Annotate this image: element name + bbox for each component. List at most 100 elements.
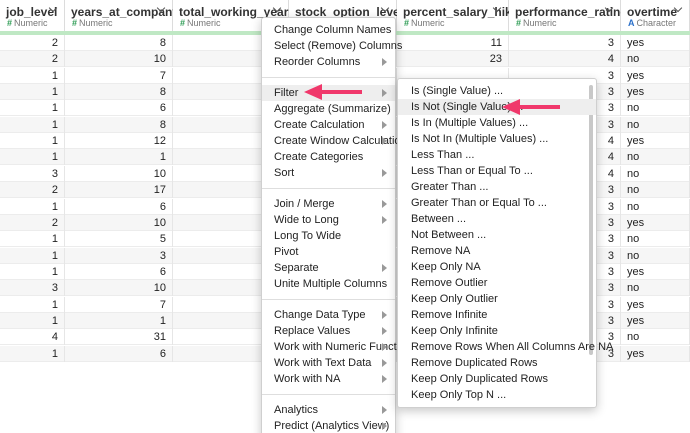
menu-item-change-column-names[interactable]: Change Column Names [262, 22, 395, 38]
menu-item-create-window-calculation[interactable]: Create Window Calculation [262, 133, 407, 149]
filter-option-is-single-value[interactable]: Is (Single Value) ... [398, 83, 596, 99]
menu-item-change-data-type[interactable]: Change Data Type [262, 307, 395, 323]
table-cell[interactable]: yes [621, 312, 690, 329]
table-cell[interactable]: 2 [0, 35, 65, 51]
chevron-down-icon[interactable] [49, 5, 59, 15]
menu-item-wide-to-long[interactable]: Wide to Long [262, 212, 395, 228]
filter-option-is-not-single-value[interactable]: Is Not (Single Value) ... [398, 99, 596, 115]
table-cell[interactable]: yes [621, 296, 690, 313]
table-cell[interactable]: 1 [0, 84, 65, 101]
table-cell[interactable]: no [621, 149, 690, 166]
table-cell[interactable]: 8 [65, 84, 173, 101]
table-cell[interactable]: no [621, 116, 690, 133]
table-cell[interactable]: 1 [0, 312, 65, 329]
table-cell[interactable]: no [621, 280, 690, 297]
table-cell[interactable]: 1 [0, 198, 65, 215]
filter-option-between[interactable]: Between ... [398, 211, 596, 227]
table-cell[interactable]: 3 [65, 247, 173, 264]
filter-option-not-between[interactable]: Not Between ... [398, 227, 596, 243]
table-cell[interactable]: 1 [0, 100, 65, 117]
chevron-down-icon[interactable] [493, 5, 503, 15]
menu-item-predict-analytics-view[interactable]: Predict (Analytics View) [262, 418, 395, 433]
column-header-percent-salary-hike[interactable]: percent_salary_hike # Numeric [397, 0, 518, 31]
chevron-down-icon[interactable] [273, 5, 283, 15]
filter-option-less-than-or-equal-to[interactable]: Less Than or Equal To ... [398, 163, 596, 179]
chevron-down-icon[interactable] [381, 5, 391, 15]
table-cell[interactable]: 31 [65, 329, 173, 346]
filter-option-keep-only-duplicated-rows[interactable]: Keep Only Duplicated Rows [398, 371, 596, 387]
filter-option-keep-only-top-n[interactable]: Keep Only Top N ... [398, 387, 596, 403]
table-cell[interactable]: no [621, 231, 690, 248]
table-cell[interactable]: yes [621, 35, 690, 51]
table-cell[interactable]: yes [621, 263, 690, 280]
table-cell[interactable]: 1 [0, 149, 65, 166]
table-cell[interactable]: 2 [0, 51, 65, 68]
table-cell[interactable]: no [621, 165, 690, 182]
table-cell[interactable]: yes [621, 345, 690, 362]
filter-option-keep-only-na[interactable]: Keep Only NA [398, 259, 596, 275]
menu-item-long-to-wide[interactable]: Long To Wide [262, 228, 395, 244]
chevron-down-icon[interactable] [605, 5, 615, 15]
filter-option-greater-than-or-equal-to[interactable]: Greater Than or Equal To ... [398, 195, 596, 211]
filter-option-less-than[interactable]: Less Than ... [398, 147, 596, 163]
column-header-job-level[interactable]: job_level # Numeric [0, 0, 65, 31]
table-cell[interactable]: 1 [0, 263, 65, 280]
table-cell[interactable]: 1 [0, 116, 65, 133]
table-cell[interactable]: 6 [65, 263, 173, 280]
filter-option-remove-duplicated-rows[interactable]: Remove Duplicated Rows [398, 355, 596, 371]
table-cell[interactable]: yes [621, 133, 690, 150]
table-cell[interactable]: no [621, 198, 690, 215]
menu-item-separate[interactable]: Separate [262, 260, 395, 276]
filter-option-remove-infinite[interactable]: Remove Infinite [398, 307, 596, 323]
column-header-years-at-company[interactable]: years_at_company # Numeric [65, 0, 179, 31]
table-cell[interactable]: no [621, 182, 690, 199]
table-cell[interactable]: 8 [65, 35, 173, 51]
table-cell[interactable]: 1 [65, 149, 173, 166]
filter-option-greater-than[interactable]: Greater Than ... [398, 179, 596, 195]
menu-item-analytics[interactable]: Analytics [262, 402, 395, 418]
menu-item-reorder-columns[interactable]: Reorder Columns [262, 54, 395, 70]
table-cell[interactable]: 1 [0, 345, 65, 362]
table-cell[interactable]: no [621, 329, 690, 346]
table-cell[interactable]: 2 [0, 214, 65, 231]
table-cell[interactable]: 6 [65, 100, 173, 117]
filter-option-remove-rows-when-all-columns-are-na[interactable]: Remove Rows When All Columns Are NA [398, 339, 613, 355]
table-cell[interactable]: 1 [0, 231, 65, 248]
table-cell[interactable]: 10 [65, 165, 173, 182]
table-cell[interactable]: 3 [509, 35, 621, 51]
table-cell[interactable]: 6 [65, 345, 173, 362]
table-cell[interactable]: yes [621, 84, 690, 101]
table-cell[interactable]: 10 [65, 214, 173, 231]
menu-item-join-merge[interactable]: Join / Merge [262, 196, 395, 212]
table-cell[interactable]: 1 [65, 312, 173, 329]
table-cell[interactable]: 4 [509, 51, 621, 68]
table-cell[interactable]: 10 [65, 280, 173, 297]
table-cell[interactable]: 17 [65, 182, 173, 199]
filter-option-remove-na[interactable]: Remove NA [398, 243, 596, 259]
filter-option-remove-outlier[interactable]: Remove Outlier [398, 275, 596, 291]
table-cell[interactable]: 11 [397, 35, 509, 51]
menu-item-unite-multiple-columns[interactable]: Unite Multiple Columns [262, 276, 395, 292]
table-cell[interactable]: yes [621, 67, 690, 84]
table-cell[interactable]: 6 [65, 198, 173, 215]
filter-option-keep-only-infinite[interactable]: Keep Only Infinite [398, 323, 596, 339]
menu-item-work-with-numeric-function[interactable]: Work with Numeric Function [262, 339, 411, 355]
menu-item-replace-values[interactable]: Replace Values [262, 323, 395, 339]
menu-item-sort[interactable]: Sort [262, 165, 395, 181]
table-cell[interactable]: 8 [65, 116, 173, 133]
table-cell[interactable]: 10 [65, 51, 173, 68]
table-cell[interactable]: 1 [0, 67, 65, 84]
table-cell[interactable]: 5 [65, 231, 173, 248]
filter-option-is-not-in-multiple-values[interactable]: Is Not In (Multiple Values) ... [398, 131, 596, 147]
chevron-down-icon[interactable] [674, 5, 684, 15]
chevron-down-icon[interactable] [157, 5, 167, 15]
table-cell[interactable]: 1 [0, 133, 65, 150]
table-cell[interactable]: no [621, 247, 690, 264]
table-cell[interactable]: 1 [0, 296, 65, 313]
menu-item-create-calculation[interactable]: Create Calculation [262, 117, 395, 133]
menu-item-pivot[interactable]: Pivot [262, 244, 395, 260]
menu-item-work-with-na[interactable]: Work with NA [262, 371, 395, 387]
column-header-performance-rating[interactable]: performance_rating # Numeric [509, 0, 628, 31]
table-cell[interactable]: no [621, 100, 690, 117]
table-cell[interactable]: 1 [0, 247, 65, 264]
